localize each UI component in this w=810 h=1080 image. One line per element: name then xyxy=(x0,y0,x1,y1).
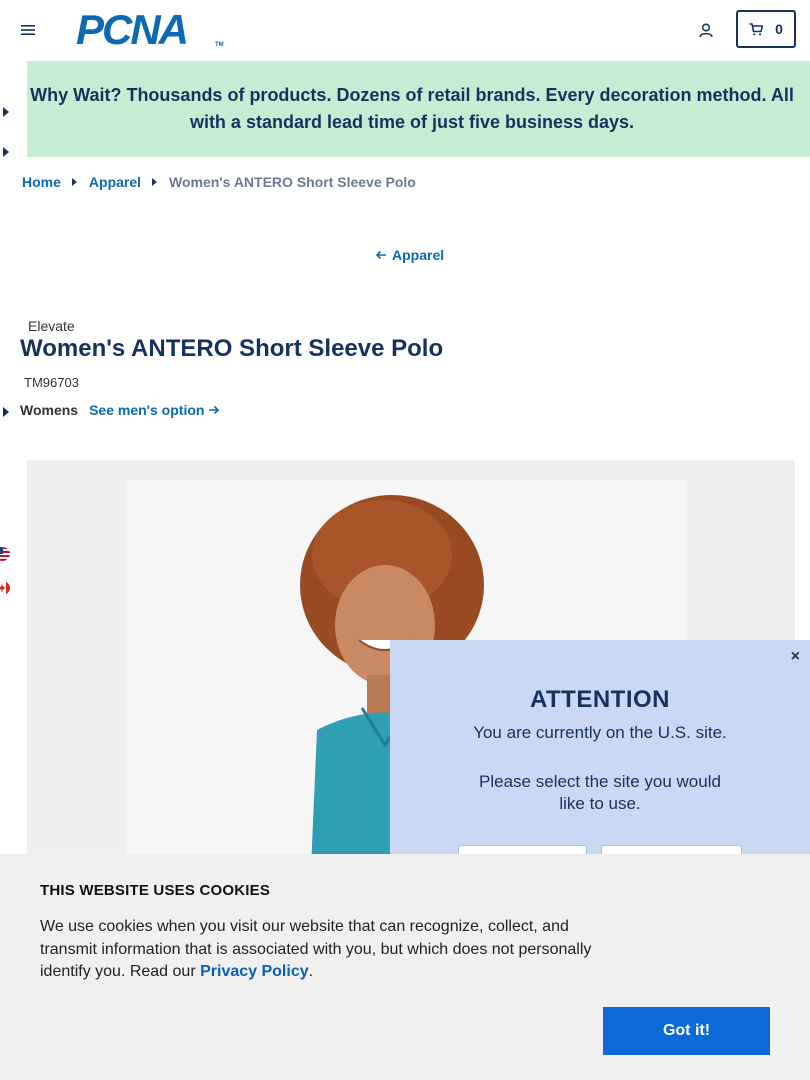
privacy-policy-link[interactable]: Privacy Policy xyxy=(200,963,309,980)
account-icon[interactable] xyxy=(698,22,714,38)
cart-count: 0 xyxy=(775,21,783,37)
modal-select-site-text: Please select the site you would like to… xyxy=(479,772,721,813)
arrow-left-icon xyxy=(375,250,386,260)
cookie-period: . xyxy=(308,963,314,980)
logo-trademark: TM xyxy=(215,42,224,48)
rail-expand-arrow-icon[interactable] xyxy=(3,147,9,157)
accept-cookies-button[interactable]: Got it! xyxy=(603,1007,770,1055)
back-to-apparel-link[interactable]: Apparel xyxy=(375,247,444,263)
breadcrumb: Home Apparel Women's ANTERO Short Sleeve… xyxy=(22,174,416,190)
cookie-banner: THIS WEBSITE USES COOKIES We use cookies… xyxy=(0,854,810,1080)
pcna-logo[interactable]: PCNA xyxy=(76,9,189,51)
cart-icon xyxy=(749,22,764,35)
breadcrumb-separator-icon xyxy=(71,178,77,186)
modal-current-site-text: You are currently on the U.S. site. xyxy=(473,723,727,742)
breadcrumb-current: Women's ANTERO Short Sleeve Polo xyxy=(169,174,416,190)
site-selection-modal: × ATTENTION You are currently on the U.S… xyxy=(390,640,810,881)
product-brand[interactable]: Elevate xyxy=(28,318,75,334)
canada-flag-icon[interactable] xyxy=(0,581,10,595)
product-title: Women's ANTERO Short Sleeve Polo xyxy=(20,335,444,362)
close-icon[interactable]: × xyxy=(791,648,800,666)
site-header: PCNA TM 0 xyxy=(0,0,810,61)
breadcrumb-separator-icon xyxy=(152,178,158,186)
promo-banner: Why Wait? Thousands of products. Dozens … xyxy=(14,61,810,157)
cookie-body: We use cookies when you visit our websit… xyxy=(40,918,592,980)
promo-text: Why Wait? Thousands of products. Dozens … xyxy=(30,85,794,132)
cookie-title: THIS WEBSITE USES COOKIES xyxy=(40,882,271,899)
product-sku: TM96703 xyxy=(24,375,79,390)
modal-title: ATTENTION xyxy=(529,686,671,713)
arrow-right-icon xyxy=(209,405,220,415)
back-link-label: Apparel xyxy=(392,247,445,263)
mens-option-link[interactable]: See men's option xyxy=(89,402,220,418)
rail-expand-arrow-icon[interactable] xyxy=(3,407,9,417)
hamburger-menu-icon[interactable] xyxy=(21,22,35,38)
mens-option-label: See men's option xyxy=(89,402,205,418)
breadcrumb-home[interactable]: Home xyxy=(22,174,61,190)
gender-row: Womens See men's option xyxy=(20,402,220,418)
cookie-text: We use cookies when you visit our websit… xyxy=(40,916,610,984)
rail-expand-arrow-icon[interactable] xyxy=(3,107,9,117)
gender-label: Womens xyxy=(20,402,79,418)
us-flag-icon[interactable] xyxy=(0,547,10,561)
breadcrumb-apparel[interactable]: Apparel xyxy=(89,174,141,190)
cart-button[interactable]: 0 xyxy=(736,10,796,48)
